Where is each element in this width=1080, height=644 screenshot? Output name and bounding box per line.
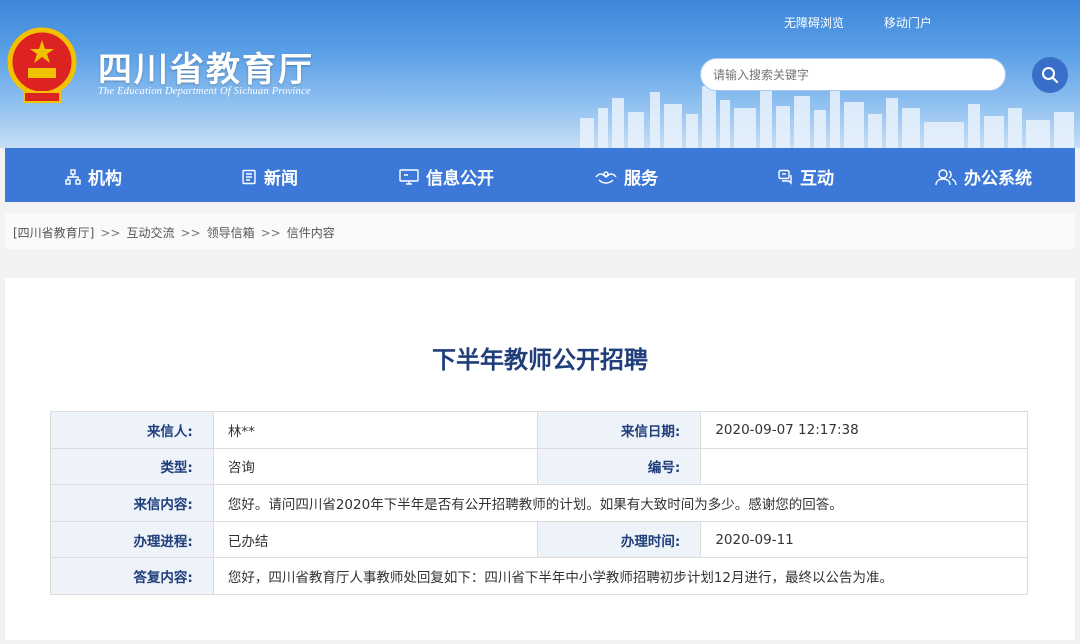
search-input[interactable] bbox=[700, 58, 1006, 91]
main-nav: 机构 新闻 信息公开 服务 互动 办公系统 bbox=[5, 148, 1075, 202]
breadcrumb-separator: >> bbox=[100, 226, 121, 240]
reply-label: 答复内容: bbox=[50, 557, 214, 595]
breadcrumb: [四川省教育厅] >> 互动交流 >> 领导信箱 >> 信件内容 bbox=[5, 213, 1075, 249]
national-emblem-icon bbox=[7, 27, 77, 103]
monitor-icon bbox=[399, 168, 419, 185]
breadcrumb-current: 信件内容 bbox=[286, 226, 335, 240]
table-row: 来信内容: 您好。请问四川省2020年下半年是否有公开招聘教师的计划。如果有大致… bbox=[50, 484, 1029, 522]
table-row: 类型: 咨询 编号: bbox=[50, 447, 1028, 486]
content-value: 您好。请问四川省2020年下半年是否有公开招聘教师的计划。如果有大致时间为多少。… bbox=[212, 484, 1029, 522]
nav-item-org[interactable]: 机构 bbox=[65, 164, 122, 189]
letter-card: 下半年教师公开招聘 来信人: 林** 来信日期: 2020-09-07 12:1… bbox=[5, 278, 1075, 640]
breadcrumb-separator: >> bbox=[260, 226, 281, 240]
nav-item-interaction[interactable]: 互动 bbox=[777, 164, 834, 189]
type-label: 类型: bbox=[50, 447, 214, 486]
breadcrumb-interaction[interactable]: 互动交流 bbox=[126, 226, 174, 240]
users-icon bbox=[935, 168, 957, 185]
site-header: 四川省教育厅 The Education Department Of Sichu… bbox=[0, 0, 1080, 148]
breadcrumb-mailbox[interactable]: 领导信箱 bbox=[207, 226, 255, 240]
date-label: 来信日期: bbox=[537, 411, 702, 449]
content-label: 来信内容: bbox=[50, 484, 214, 522]
handle-time-value: 2020-09-11 bbox=[700, 520, 1028, 559]
search-button[interactable] bbox=[1032, 57, 1068, 93]
date-value: 2020-09-07 12:17:38 bbox=[700, 411, 1028, 449]
handle-time-label: 办理时间: bbox=[537, 520, 702, 559]
search-icon bbox=[1042, 67, 1059, 84]
nav-item-service[interactable]: 服务 bbox=[595, 164, 658, 189]
top-links: 无障碍浏览 移动门户 bbox=[784, 14, 968, 31]
letter-info-table: 来信人: 林** 来信日期: 2020-09-07 12:17:38 类型: 咨… bbox=[50, 411, 1029, 595]
breadcrumb-separator: >> bbox=[180, 226, 201, 240]
accessibility-link[interactable]: 无障碍浏览 bbox=[784, 16, 844, 30]
table-row: 办理进程: 已办结 办理时间: 2020-09-11 bbox=[50, 520, 1028, 559]
mobile-portal-link[interactable]: 移动门户 bbox=[884, 16, 932, 30]
breadcrumb-home[interactable]: [四川省教育厅] bbox=[13, 226, 94, 240]
progress-label: 办理进程: bbox=[50, 520, 214, 559]
news-icon bbox=[242, 169, 256, 184]
reply-value: 您好，四川省教育厅人事教师处回复如下：四川省下半年中小学教师招聘初步计划12月进… bbox=[212, 557, 1029, 595]
sender-label: 来信人: bbox=[50, 411, 214, 449]
chat-icon bbox=[778, 169, 792, 185]
service-icon bbox=[595, 170, 617, 184]
table-row: 来信人: 林** 来信日期: 2020-09-07 12:17:38 bbox=[50, 411, 1028, 449]
number-value bbox=[700, 447, 1028, 486]
table-row: 答复内容: 您好，四川省教育厅人事教师处回复如下：四川省下半年中小学教师招聘初步… bbox=[50, 557, 1029, 595]
nav-item-info-disclosure[interactable]: 信息公开 bbox=[399, 164, 494, 189]
letter-title: 下半年教师公开招聘 bbox=[432, 346, 648, 374]
nav-item-news[interactable]: 新闻 bbox=[241, 164, 298, 189]
site-title: 四川省教育厅 bbox=[98, 50, 314, 90]
progress-value: 已办结 bbox=[212, 520, 539, 559]
number-label: 编号: bbox=[537, 447, 702, 486]
type-value: 咨询 bbox=[212, 447, 539, 486]
site-subtitle: The Education Department Of Sichuan Prov… bbox=[98, 86, 311, 97]
org-icon bbox=[65, 168, 81, 185]
sender-value: 林** bbox=[212, 411, 539, 449]
nav-item-office-system[interactable]: 办公系统 bbox=[935, 164, 1032, 189]
